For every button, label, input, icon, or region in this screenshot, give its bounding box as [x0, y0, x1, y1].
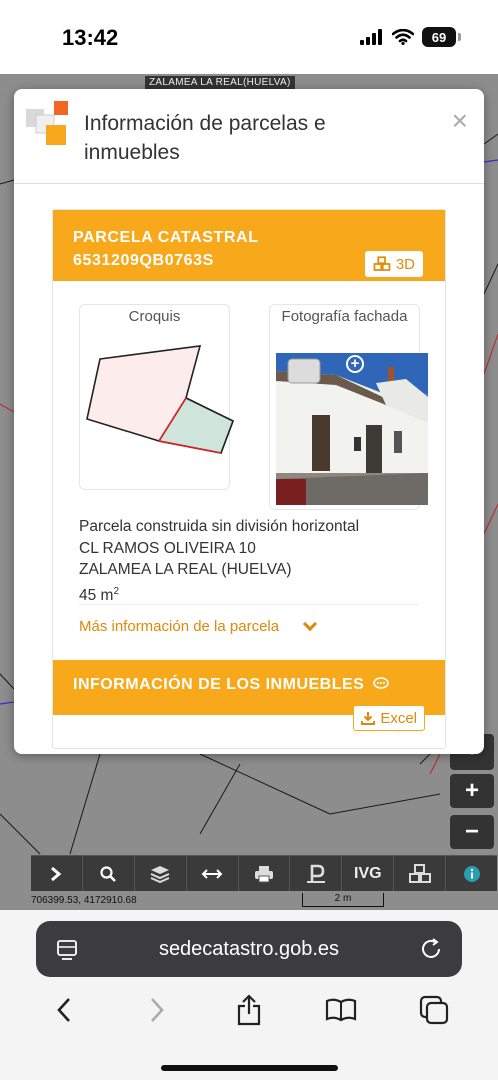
status-bar: 13:42 69 [0, 0, 498, 74]
parcel-card-header: PARCELA CATASTRAL 6531209QB0763S 3D [53, 210, 445, 281]
wifi-icon [392, 29, 414, 45]
chevron-right-icon [51, 866, 62, 881]
browser-nav-row [0, 990, 498, 1030]
zoom-in-button[interactable]: + [450, 774, 494, 808]
more-info-link[interactable]: Más información de la parcela [79, 616, 318, 635]
chevron-right-icon [150, 998, 164, 1022]
sketch-panel[interactable]: Croquis [79, 304, 234, 490]
parcel-municipality: ZALAMEA LA REAL (HUELVA) [79, 561, 292, 578]
facade-image [276, 353, 428, 505]
info-icon [463, 865, 480, 882]
parcel-card: PARCELA CATASTRAL 6531209QB0763S 3D Croq… [52, 209, 446, 749]
chevron-down-icon [303, 616, 318, 631]
modal-body[interactable]: PARCELA CATASTRAL 6531209QB0763S 3D Croq… [14, 185, 484, 754]
map-place-label: ZALAMEA LA REAL(HUELVA) [145, 76, 295, 89]
map-coordinates: 706399.53, 4172910.68 [31, 895, 137, 906]
toolbar-info-button[interactable] [446, 856, 497, 891]
parcel-details: Parcela construida sin división horizont… [79, 516, 359, 606]
parcel-area-unit: 2 [113, 585, 120, 597]
divider [79, 604, 419, 605]
excel-export-button[interactable]: Excel [353, 705, 425, 731]
page-menu-icon[interactable] [36, 937, 96, 961]
share-button[interactable] [229, 990, 269, 1030]
measure-icon [201, 868, 223, 879]
parcel-area: 45 m2 [79, 581, 359, 607]
parcel-type: Parcela construida sin división horizont… [79, 518, 360, 535]
url-text: sedecatastro.gob.es [158, 937, 340, 960]
map-scale-label: 2 m [334, 893, 352, 904]
excel-label: Excel [380, 709, 417, 727]
parcel-media: Croquis Fotografía fachada + [79, 304, 428, 510]
more-info-label: Más información de la parcela [79, 618, 280, 635]
parcel-address: CL RAMOS OLIVEIRA 10 [79, 539, 256, 557]
parcel-area-value: 45 m [79, 586, 114, 604]
parcel-info-modal: Información de parcelas e inmuebles × PA… [14, 89, 484, 754]
view-3d-label: 3D [395, 255, 415, 273]
zoom-photo-icon[interactable]: + [346, 355, 364, 373]
print-icon [255, 865, 273, 882]
bookmarks-button[interactable] [321, 990, 361, 1030]
battery-level: 69 [431, 29, 447, 45]
zoom-out-button[interactable]: − [450, 815, 494, 849]
forward-button[interactable] [137, 990, 177, 1030]
toolbar-expand-button[interactable] [31, 856, 83, 891]
chat-bubble-icon [373, 677, 390, 689]
view-3d-button[interactable]: 3D [364, 251, 423, 277]
parcel-icon [306, 864, 325, 883]
photo-panel[interactable]: Fotografía fachada + [269, 304, 428, 510]
map-scale: 2 m [302, 893, 384, 907]
toolbar-3d-button[interactable] [394, 856, 447, 891]
close-button[interactable]: × [452, 107, 468, 135]
status-icons: 69 [360, 27, 461, 47]
layers-icon [150, 865, 170, 883]
tabs-button[interactable] [414, 990, 454, 1030]
toolbar-parcel-button[interactable] [290, 856, 343, 891]
download-icon [361, 712, 376, 725]
cellular-signal-icon [360, 29, 382, 45]
map-toolbar: IVG [31, 855, 497, 891]
battery-icon: 69 [422, 27, 461, 47]
zoom-in-label: + [464, 777, 479, 804]
parcel-sketch [86, 345, 234, 454]
status-time: 13:42 [62, 25, 119, 50]
address-bar[interactable]: sedecatastro.gob.es [36, 921, 462, 977]
zoom-out-label: − [464, 818, 479, 845]
ivg-label: IVG [354, 864, 382, 882]
properties-header-label: INFORMACIÓN DE LOS INMUEBLES [73, 676, 365, 693]
sketch-label: Croquis [128, 308, 181, 325]
home-indicator [161, 1065, 338, 1071]
browser-chrome: sedecatastro.gob.es [0, 910, 498, 1080]
chevron-left-icon [57, 998, 71, 1022]
share-icon [237, 994, 261, 1026]
facade-photo[interactable]: + [276, 353, 428, 505]
toolbar-ivg-button[interactable]: IVG [342, 856, 395, 891]
tabs-icon [419, 995, 448, 1025]
parcel-header-title: PARCELA CATASTRAL [73, 229, 259, 246]
modal-header: Información de parcelas e inmuebles × [14, 89, 484, 184]
catastro-logo-icon [26, 101, 68, 145]
book-icon [326, 998, 357, 1022]
back-button[interactable] [44, 990, 84, 1030]
toolbar-print-button[interactable] [239, 856, 291, 891]
toolbar-search-button[interactable] [83, 856, 135, 891]
cubes-icon [373, 256, 391, 271]
toolbar-layers-button[interactable] [135, 856, 187, 891]
modal-title: Información de parcelas e inmuebles [84, 112, 326, 164]
photo-label: Fotografía fachada [281, 308, 408, 325]
toolbar-measure-button[interactable] [187, 856, 239, 891]
search-icon [100, 865, 117, 882]
reload-icon[interactable] [402, 937, 462, 961]
cubes-icon [408, 863, 431, 883]
